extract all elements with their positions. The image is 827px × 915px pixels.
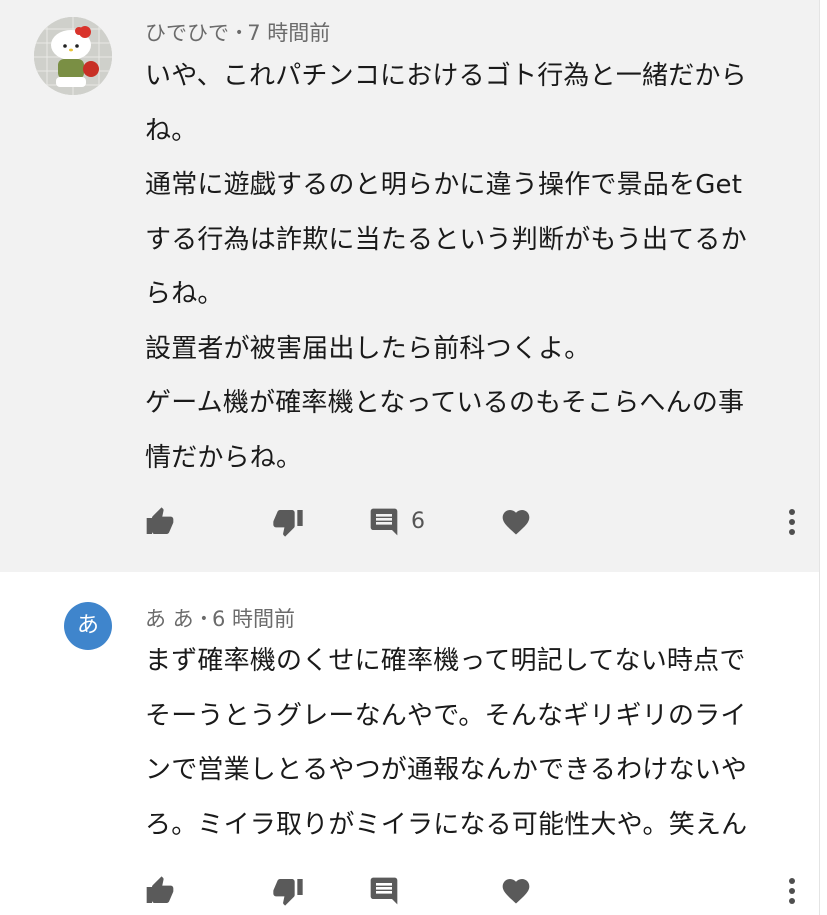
thumbs-down-icon xyxy=(273,879,303,906)
thumbs-down-icon xyxy=(273,510,303,537)
comment-line: らね。 xyxy=(145,279,224,309)
comment-icon xyxy=(370,877,398,905)
comment-actions: 6 xyxy=(0,502,819,542)
meta-separator: • xyxy=(235,25,244,41)
hello-kitty-avatar-image xyxy=(34,17,112,95)
comment-line: ゲーム機が確率機となっているのもそこらへんの事 xyxy=(145,388,745,418)
more-vertical-icon xyxy=(789,509,795,515)
more-options-button[interactable] xyxy=(787,506,797,538)
comment-meta: あ あ • 6 時間前 xyxy=(145,603,295,633)
more-dot xyxy=(789,529,795,535)
comment-line: する行為は詐欺に当たるという判断がもう出てるか xyxy=(145,224,747,255)
heart-icon xyxy=(502,879,530,904)
comment-icon xyxy=(370,508,398,536)
scroll-edge xyxy=(819,0,827,915)
heart-button[interactable] xyxy=(500,875,532,907)
dislike-button[interactable] xyxy=(272,506,304,538)
meta-separator: • xyxy=(199,611,208,627)
heart-icon xyxy=(502,510,530,535)
more-vertical-icon xyxy=(789,878,795,884)
comment-line: 通常に遊戯するのと明らかに違う操作で景品をGet xyxy=(145,170,743,200)
comment-line: いや、これパチンコにおけるゴト行為と一緒だから xyxy=(145,61,747,91)
comment-body: いや、これパチンコにおけるゴト行為と一緒だから ね。 通常に遊戯するのと明らかに… xyxy=(145,49,795,485)
comments-page: ひでひで • 7 時間前 いや、これパチンコにおけるゴト行為と一緒だから ね。 通常… xyxy=(0,0,827,915)
like-button[interactable] xyxy=(144,875,176,907)
comment-line: 情だからね。 xyxy=(145,442,303,473)
comment-highlighted: ひでひで • 7 時間前 いや、これパチンコにおけるゴト行為と一緒だから ね。 通常… xyxy=(0,0,819,572)
like-button[interactable] xyxy=(144,506,176,538)
more-dot xyxy=(789,898,795,904)
author-name[interactable]: ひでひで xyxy=(145,21,229,45)
comment-line: まず確率機のくせに確率機って明記してない時点で xyxy=(145,646,746,676)
comment-line: ろ。ミイラ取りがミイラになる可能性大や。笑えん xyxy=(145,809,748,840)
avatar[interactable]: あ xyxy=(64,602,112,650)
reply-button[interactable] xyxy=(368,875,400,907)
comment-line: ね。 xyxy=(145,115,198,146)
thumbs-up-icon xyxy=(146,876,174,903)
comment-line: そーうとうグレーなんやで。そんなギリギリのライ xyxy=(145,700,747,731)
reply-count[interactable]: 6 xyxy=(411,506,425,538)
comment-time[interactable]: 7 時間前 xyxy=(247,21,330,45)
comment-meta: ひでひで • 7 時間前 xyxy=(145,17,330,47)
comment-body: まず確率機のくせに確率機って明記してない時点で そーうとうグレーなんやで。そんな… xyxy=(145,634,795,852)
more-dot xyxy=(789,519,795,525)
more-dot xyxy=(789,888,795,894)
comment-line: ンで営業しとるやつが通報なんかできるわけないや xyxy=(145,755,748,785)
reply-button[interactable] xyxy=(368,506,400,538)
thumbs-up-icon xyxy=(146,507,174,534)
comment-actions xyxy=(0,871,819,911)
heart-button[interactable] xyxy=(500,506,532,538)
more-options-button[interactable] xyxy=(787,875,797,907)
comment-line: 設置者が被害届出したら前科つくよ。 xyxy=(145,333,591,364)
avatar[interactable] xyxy=(34,17,112,95)
dislike-button[interactable] xyxy=(272,875,304,907)
comment-time[interactable]: 6 時間前 xyxy=(212,607,295,631)
author-name[interactable]: あ あ xyxy=(145,607,194,631)
